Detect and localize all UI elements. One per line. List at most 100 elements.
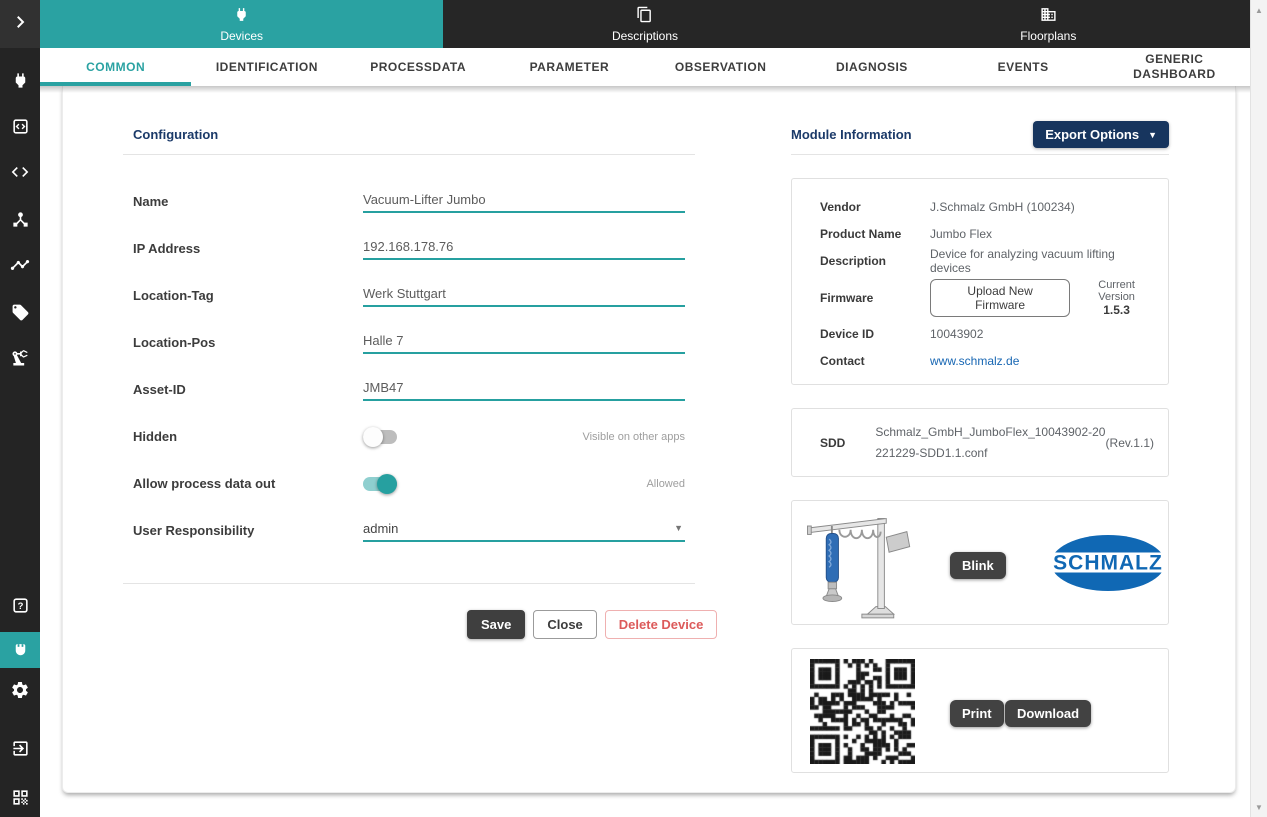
device-detail-panel: Configuration Name IP Address Location-T… — [62, 86, 1236, 793]
device-id-row: Device ID 10043902 — [820, 320, 1154, 347]
sidebar-item-analytics[interactable] — [0, 247, 40, 283]
allow-process-data-out-toggle[interactable] — [363, 474, 397, 494]
ip-address-input[interactable] — [363, 237, 685, 260]
close-button[interactable]: Close — [533, 610, 596, 639]
tabbar-shadow — [40, 86, 1250, 93]
contact-link[interactable]: www.schmalz.de — [930, 354, 1154, 368]
form-row-location-tag: Location-Tag — [133, 272, 695, 319]
caret-down-icon: ▼ — [1148, 130, 1157, 140]
nav-tab-label: Descriptions — [612, 29, 678, 43]
nav-tab-devices[interactable]: Devices — [40, 0, 443, 48]
location-tag-input[interactable] — [363, 284, 685, 307]
nav-tab-label: Devices — [220, 29, 263, 43]
top-navigation: Devices Descriptions Floorplans — [40, 0, 1250, 48]
product-name-value: Jumbo Flex — [930, 227, 1154, 241]
tab-diagnosis[interactable]: DIAGNOSIS — [796, 48, 947, 86]
nav-tab-floorplans[interactable]: Floorplans — [847, 0, 1250, 48]
form-row-ip: IP Address — [133, 225, 695, 272]
asset-id-label: Asset-ID — [133, 382, 363, 397]
building-icon — [1040, 6, 1057, 26]
sidebar-expand-button[interactable] — [0, 0, 40, 48]
contact-label: Contact — [820, 354, 930, 368]
vacuum-lifter-image — [800, 505, 950, 622]
sdd-revision: (Rev.1.1) — [1106, 436, 1154, 450]
device-id-label: Device ID — [820, 327, 930, 341]
sidebar-item-gateway[interactable] — [0, 108, 40, 144]
allow-process-data-out-label: Allow process data out — [133, 476, 363, 491]
configuration-title: Configuration — [133, 127, 218, 142]
sidebar-item-tags[interactable] — [0, 294, 40, 330]
tab-generic-dashboard[interactable]: GENERIC DASHBOARD — [1099, 48, 1250, 86]
module-information-title: Module Information — [791, 127, 912, 142]
download-button[interactable]: Download — [1005, 700, 1091, 727]
device-id-value: 10043902 — [930, 327, 1154, 341]
sidebar-item-help[interactable]: ? — [0, 587, 40, 623]
hidden-toggle[interactable] — [363, 427, 397, 447]
location-pos-input[interactable] — [363, 331, 685, 354]
sdd-label: SDD — [820, 436, 845, 450]
save-button[interactable]: Save — [467, 610, 525, 639]
scroll-up-arrow-icon[interactable]: ▲ — [1251, 2, 1267, 18]
device-image-card: Blink SCHMALZ — [791, 500, 1169, 625]
upload-new-firmware-button[interactable]: Upload New Firmware — [930, 279, 1070, 317]
tab-identification[interactable]: IDENTIFICATION — [191, 48, 342, 86]
sdd-filename: Schmalz_GmbH_JumboFlex_10043902-20221229… — [875, 422, 1105, 463]
contact-row: Contact www.schmalz.de — [820, 347, 1154, 374]
sdd-card: SDD Schmalz_GmbH_JumboFlex_10043902-2022… — [791, 408, 1169, 477]
description-label: Description — [820, 254, 930, 268]
sidebar-item-qr[interactable] — [0, 779, 40, 815]
asset-id-input[interactable] — [363, 378, 685, 401]
ip-address-label: IP Address — [133, 241, 363, 256]
sidebar-item-logout[interactable] — [0, 730, 40, 766]
firmware-version: Current Version 1.5.3 — [1079, 279, 1154, 317]
module-info-card: Vendor J.Schmalz GmbH (100234) Product N… — [791, 178, 1169, 385]
scroll-down-arrow-icon[interactable]: ▼ — [1251, 799, 1267, 815]
tab-events[interactable]: EVENTS — [948, 48, 1099, 86]
tab-observation[interactable]: OBSERVATION — [645, 48, 796, 86]
allow-process-data-out-hint: Allowed — [646, 478, 685, 490]
sidebar-item-device-detail[interactable] — [0, 632, 40, 668]
vendor-value: J.Schmalz GmbH (100234) — [930, 200, 1154, 214]
print-button[interactable]: Print — [950, 700, 1004, 727]
settings-icon — [10, 680, 30, 700]
user-responsibility-value: admin — [363, 521, 398, 536]
connector-icon — [11, 641, 30, 660]
delete-device-button[interactable]: Delete Device — [605, 610, 718, 639]
vendor-label: Vendor — [820, 200, 930, 214]
gateway-icon — [11, 117, 30, 136]
module-information-header: Module Information Export Options ▼ — [791, 121, 1169, 148]
tab-common[interactable]: COMMON — [40, 48, 191, 86]
tag-icon — [11, 303, 30, 322]
current-version-value: 1.5.3 — [1079, 303, 1154, 317]
form-row-asset-id: Asset-ID — [133, 366, 695, 413]
form-row-allow-pdo: Allow process data out Allowed — [133, 460, 695, 507]
export-options-button[interactable]: Export Options ▼ — [1033, 121, 1169, 148]
divider — [123, 583, 695, 584]
location-pos-label: Location-Pos — [133, 335, 363, 350]
nav-tab-descriptions[interactable]: Descriptions — [443, 0, 846, 48]
name-label: Name — [133, 194, 363, 209]
plug-icon — [233, 6, 250, 26]
qr-code-image — [810, 659, 915, 764]
vertical-scrollbar[interactable]: ▲ ▼ — [1250, 0, 1267, 817]
user-responsibility-label: User Responsibility — [133, 523, 363, 538]
logout-icon — [11, 739, 30, 758]
sidebar-item-settings[interactable] — [0, 672, 40, 708]
tab-parameter[interactable]: PARAMETER — [494, 48, 645, 86]
tab-processdata[interactable]: PROCESSDATA — [343, 48, 494, 86]
sidebar-item-machines[interactable] — [0, 340, 40, 376]
sidebar-item-topology[interactable] — [0, 201, 40, 237]
robot-arm-icon — [10, 348, 30, 368]
help-icon: ? — [11, 596, 30, 615]
sidebar-item-code[interactable] — [0, 154, 40, 190]
schmalz-logo: SCHMALZ — [1050, 534, 1166, 592]
form-row-location-pos: Location-Pos — [133, 319, 695, 366]
user-responsibility-select[interactable]: admin ▼ — [363, 519, 685, 542]
name-input[interactable] — [363, 190, 685, 213]
divider — [791, 154, 1169, 155]
firmware-row: Firmware Upload New Firmware Current Ver… — [820, 275, 1154, 320]
qr-card: Print Download — [791, 648, 1169, 773]
sidebar-item-devices[interactable] — [0, 62, 40, 98]
chevron-right-icon — [11, 13, 29, 36]
blink-button[interactable]: Blink — [950, 552, 1006, 579]
